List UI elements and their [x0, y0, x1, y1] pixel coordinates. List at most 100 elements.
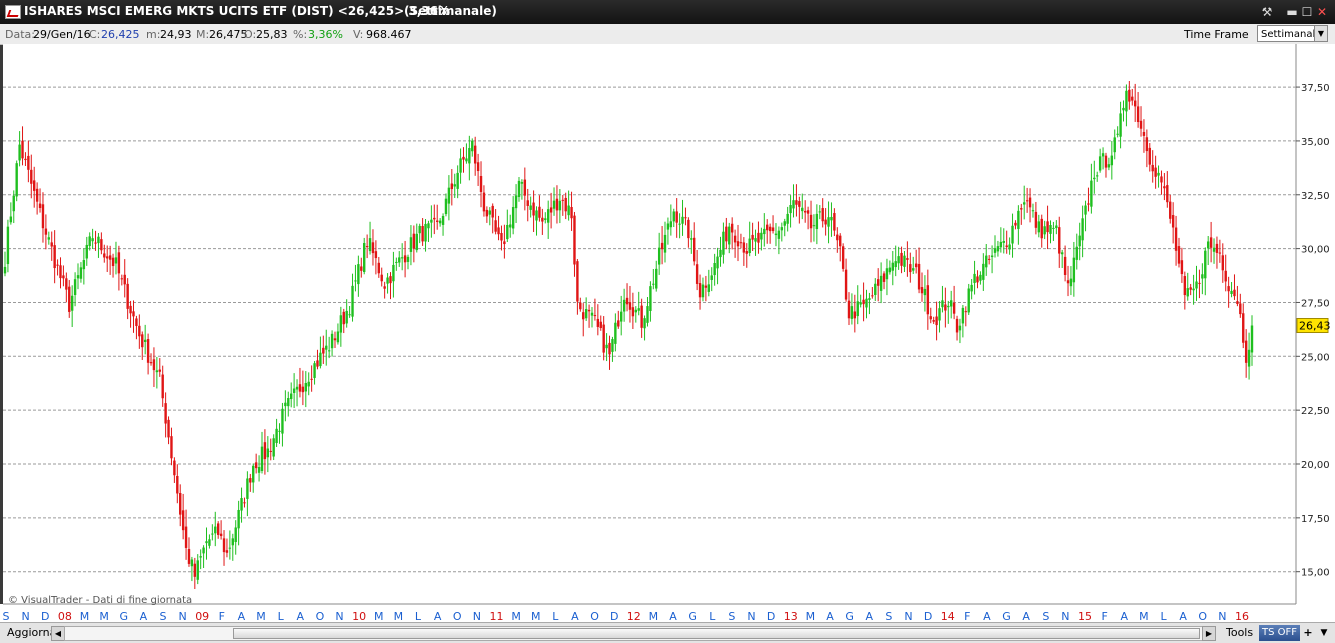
scroll-left-button[interactable]: ◀ — [51, 626, 65, 641]
candle-body — [549, 207, 553, 213]
candle-body — [631, 307, 635, 317]
candle-body — [593, 315, 597, 317]
candle-body — [713, 263, 716, 276]
horizontal-scrollbar[interactable] — [64, 626, 1203, 641]
candle-body — [476, 162, 480, 172]
close-icon[interactable]: ✕ — [1314, 4, 1330, 20]
x-tick-label: M — [531, 610, 541, 622]
candle-body — [202, 547, 205, 554]
candle-body — [847, 300, 851, 319]
candle-body — [990, 255, 994, 258]
candle-body — [844, 269, 848, 300]
candle-body — [1031, 210, 1035, 212]
candle-body — [15, 163, 18, 197]
chevron-down-icon[interactable]: ▼ — [1314, 26, 1327, 41]
candle-body — [1037, 221, 1041, 233]
menu-dropdown-icon[interactable]: ▼ — [1317, 625, 1331, 641]
scrollbar-thumb[interactable] — [233, 628, 1200, 639]
candle-body — [1011, 225, 1014, 244]
x-tick-label: 12 — [627, 610, 641, 622]
candle-body — [260, 446, 264, 471]
candle-body — [412, 233, 416, 249]
candle-body — [272, 438, 275, 457]
candle-body — [1189, 287, 1192, 290]
watermark: © VisualTrader - Dati di fine giornata — [8, 595, 192, 606]
candle-body — [716, 256, 719, 269]
candle-body — [360, 266, 363, 271]
candle-body — [561, 199, 564, 201]
candle-body — [181, 510, 185, 531]
candle-body — [1183, 276, 1187, 296]
candle-body — [243, 502, 246, 504]
candle-body — [252, 465, 255, 483]
x-tick-label: A — [669, 610, 677, 622]
candle-body — [605, 344, 608, 349]
pct-label: %: — [293, 28, 308, 41]
x-tick-label: A — [297, 610, 305, 622]
candle-body — [649, 286, 652, 311]
candle-body — [710, 275, 713, 280]
x-tick-label: D — [767, 610, 775, 622]
candle-body — [1163, 186, 1166, 189]
candle-body — [325, 345, 328, 350]
tools-button[interactable]: Tools — [1222, 625, 1257, 640]
quote-info-bar: Data: 29/Gen/16 C: 26,425 m: 24,93 M: 26… — [0, 24, 1335, 45]
candle-body — [1212, 247, 1216, 252]
y-tick-label: 20,00 — [1301, 460, 1330, 471]
candle-body — [523, 179, 527, 196]
ts-off-button[interactable]: TS OFF — [1259, 625, 1300, 641]
candle-body — [433, 217, 436, 220]
candle-body — [1125, 90, 1128, 112]
candle-body — [79, 267, 83, 279]
candle-body — [53, 245, 56, 269]
candle-body — [789, 205, 792, 214]
add-button[interactable]: + — [1301, 625, 1315, 641]
candle-body — [1107, 164, 1111, 168]
candle-body — [806, 210, 810, 214]
candle-body — [976, 276, 979, 283]
candle-body — [827, 217, 830, 227]
candle-body — [59, 265, 62, 279]
candle-body — [763, 228, 766, 235]
candle-body — [914, 263, 918, 268]
candle-body — [453, 184, 456, 187]
candle-body — [999, 241, 1003, 248]
candle-body — [240, 498, 243, 511]
candle-body — [614, 322, 617, 344]
candle-body — [1244, 340, 1248, 363]
candle-body — [888, 267, 892, 273]
candle-body — [377, 262, 381, 274]
candle-body — [415, 233, 418, 251]
candle-body — [564, 197, 567, 212]
candle-body — [18, 144, 21, 161]
candle-body — [1160, 176, 1163, 183]
timeframe-select[interactable]: Settimanale ▼ — [1257, 25, 1328, 42]
candle-body — [35, 188, 39, 202]
maximize-icon[interactable]: ☐ — [1299, 4, 1315, 20]
candle-body — [912, 268, 915, 271]
candle-body — [1204, 250, 1207, 279]
candle-body — [798, 201, 801, 207]
candle-body — [1171, 215, 1175, 228]
candle-body — [1020, 208, 1023, 210]
candle-body — [173, 460, 176, 476]
max-value: 26,475 — [209, 28, 248, 41]
candle-body — [728, 226, 731, 245]
x-tick-label: A — [238, 610, 246, 622]
candle-body — [655, 268, 658, 289]
x-tick-label: M — [99, 610, 109, 622]
candle-body — [707, 284, 711, 292]
candle-body — [263, 442, 267, 460]
scroll-right-button[interactable]: ▶ — [1202, 626, 1216, 641]
minimize-icon[interactable]: ▬ — [1284, 4, 1300, 20]
tools-icon[interactable]: ⚒ — [1259, 4, 1275, 20]
candle-body — [383, 286, 386, 289]
candle-body — [993, 248, 997, 253]
x-tick-label: N — [335, 610, 343, 622]
open-label: O: — [244, 28, 257, 41]
price-chart[interactable]: 15,00 17,50 20,00 22,50 25,00 27,50 30,00 32,50… — [0, 44, 1335, 622]
candle-body — [748, 238, 751, 254]
x-tick-label: F — [219, 610, 225, 622]
candle-body — [950, 300, 953, 307]
x-tick-label: 15 — [1078, 610, 1092, 622]
